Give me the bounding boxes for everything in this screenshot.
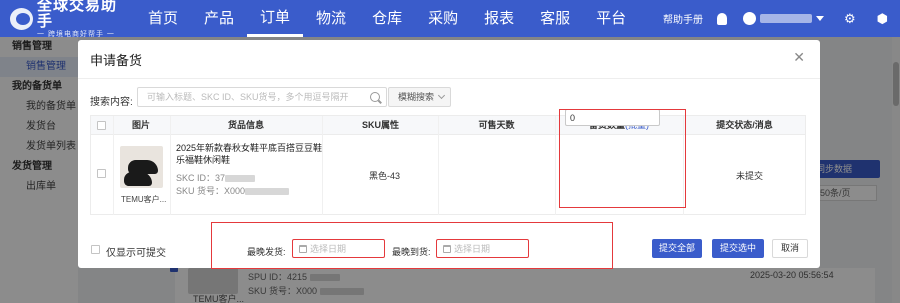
nav-item-products[interactable]: 产品 [191, 0, 247, 37]
gear-icon[interactable]: ⚙ [844, 11, 856, 27]
modal-title: 申请备货 [90, 53, 143, 68]
hexagon-settings-icon[interactable]: ⬢ [877, 11, 888, 27]
close-icon[interactable]: ✕ [793, 49, 805, 66]
header-sku-attr: SKU属性 [361, 120, 399, 130]
latest-ship-label: 最晚发货: [247, 247, 286, 257]
stock-quantity-input[interactable] [565, 109, 660, 126]
nav-item-logistics[interactable]: 物流 [303, 0, 359, 37]
shoe-image-shape [124, 172, 152, 186]
product-title: 2025年新款春秋女鞋平底百搭豆豆鞋乐福鞋休闲鞋 [176, 143, 323, 165]
search-mode-select[interactable]: 模糊搜索 [388, 87, 451, 107]
nav-item-platform[interactable]: 平台 [583, 0, 639, 37]
user-avatar-icon[interactable] [742, 12, 756, 25]
latest-ship-date-picker[interactable] [292, 239, 385, 258]
latest-arrival-date-input[interactable] [454, 241, 524, 256]
search-label: 搜索内容: [90, 97, 133, 108]
submit-status: 未提交 [736, 171, 764, 181]
modal-divider [78, 78, 820, 79]
header-available-days: 可售天数 [478, 120, 515, 130]
masked-value [225, 175, 256, 183]
search-icon[interactable] [370, 92, 380, 102]
only-submittable-label: 仅显示可提交 [106, 248, 166, 259]
nav-item-purchase[interactable]: 采购 [415, 0, 471, 37]
calendar-icon [443, 245, 451, 253]
product-image-label: TEMU客户... [121, 195, 167, 204]
username-masked[interactable] [759, 14, 812, 23]
select-all-checkbox[interactable] [97, 121, 106, 130]
nav-item-warehouse[interactable]: 仓库 [359, 0, 415, 37]
logo-title: 全球交易助手 [37, 0, 118, 30]
top-nav-bar: 全球交易助手 一 跨境电商好帮手 一 首页 产品 订单 物流 仓库 采购 报表 … [0, 0, 900, 38]
stock-table: 图片 货品信息 SKU属性 可售天数 备货数量(批量) 提交状态/消息 TEMU… [90, 115, 806, 215]
header-product-info: 货品信息 [227, 120, 264, 130]
chevron-down-icon[interactable] [815, 16, 824, 21]
skc-id: SKC ID：37 [176, 171, 256, 184]
submit-selected-button[interactable]: 提交选中 [712, 239, 764, 258]
header-submit-status: 提交状态/消息 [716, 120, 773, 130]
only-submittable-checkbox[interactable] [91, 245, 100, 254]
calendar-icon [299, 245, 307, 253]
search-mode-value: 模糊搜索 [398, 92, 435, 102]
nav-item-orders[interactable]: 订单 [247, 0, 304, 37]
help-manual-link[interactable]: 帮助手册 [663, 11, 703, 26]
latest-arrival-label: 最晚到货: [392, 247, 431, 257]
sku-attribute: 黑色-43 [369, 171, 401, 181]
cancel-button[interactable]: 取消 [772, 239, 808, 258]
table-row: TEMU客户... 2025年新款春秋女鞋平底百搭豆豆鞋乐福鞋休闲鞋 SKC I… [91, 136, 805, 215]
app-logo[interactable]: 全球交易助手 一 跨境电商好帮手 一 [10, 0, 122, 38]
row-checkbox[interactable] [97, 169, 106, 178]
bell-icon[interactable] [716, 12, 727, 25]
header-image: 图片 [131, 120, 150, 130]
nav-item-customer-service[interactable]: 客服 [527, 0, 583, 37]
latest-ship-date-input[interactable] [310, 241, 380, 256]
globe-logo-icon [10, 7, 34, 30]
skc-id-text: SKC ID：37 [176, 173, 226, 183]
apply-stock-modal: 申请备货 ✕ 搜索内容: 模糊搜索 图片 货品信息 SKU属性 可售天数 备货数… [78, 40, 820, 269]
nav-item-home[interactable]: 首页 [135, 0, 191, 37]
table-header: 图片 货品信息 SKU属性 可售天数 备货数量(批量) 提交状态/消息 [91, 116, 805, 135]
search-box [137, 87, 387, 107]
masked-value [245, 188, 290, 196]
sku-code: SKU 货号：X000 [176, 184, 290, 197]
product-image [120, 146, 163, 188]
sku-code-text: SKU 货号：X000 [176, 186, 246, 196]
latest-arrival-date-picker[interactable] [436, 239, 529, 258]
chevron-down-icon [437, 91, 446, 100]
nav-item-reports[interactable]: 报表 [471, 0, 527, 37]
submit-all-button[interactable]: 提交全部 [652, 239, 702, 258]
search-input[interactable] [138, 88, 358, 106]
